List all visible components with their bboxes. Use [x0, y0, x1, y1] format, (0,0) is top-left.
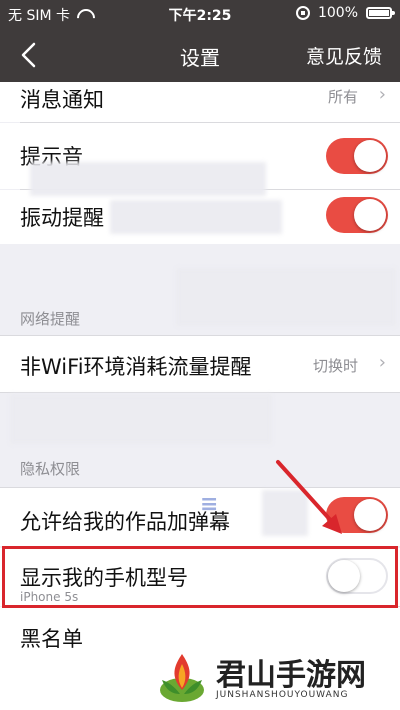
blur-patch — [176, 268, 396, 326]
battery-icon — [366, 7, 395, 19]
row-sublabel: iPhone 5s — [20, 590, 79, 604]
navigation-bar: 设置 意见反馈 — [0, 28, 400, 82]
row-label: 允许给我的作品加弹幕 — [20, 510, 230, 534]
site-logo-watermark: 君山手游网 JUNSHANSHOUYOUWANG — [154, 650, 390, 708]
chevron-right-icon: › — [378, 84, 386, 105]
section-header-privacy: 隐私权限 — [20, 460, 81, 478]
row-value: 所有 — [327, 88, 358, 106]
vibration-toggle[interactable] — [326, 197, 388, 233]
blur-patch — [110, 200, 282, 234]
top-bar: 无 SIM 卡 下午2:25 100% 设置 意见反馈 — [0, 0, 400, 82]
row-value: 切换时 — [312, 357, 358, 375]
flame-leaf-logo-icon — [160, 654, 204, 702]
row-label: 黑名单 — [20, 627, 83, 651]
site-name: 君山手游网 — [216, 658, 366, 693]
chevron-right-icon: › — [378, 352, 386, 373]
toggle-knob — [354, 499, 386, 531]
settings-row-show-model[interactable]: 显示我的手机型号 iPhone 5s — [0, 548, 400, 606]
blur-patch — [30, 162, 266, 196]
section-header-network: 网络提醒 — [20, 310, 81, 328]
row-label: 非WiFi环境消耗流量提醒 — [20, 355, 252, 379]
blur-patch — [10, 394, 272, 444]
sound-toggle[interactable] — [326, 138, 388, 174]
status-bar: 无 SIM 卡 下午2:25 100% — [0, 0, 400, 28]
toggle-knob — [328, 560, 360, 592]
red-arrow-icon — [276, 460, 342, 534]
watermark-fragment: ≡ — [200, 492, 219, 517]
settings-row-non-wifi[interactable]: 非WiFi环境消耗流量提醒 切换时 › — [0, 336, 400, 392]
battery-percent: 100% — [317, 5, 358, 21]
show-model-toggle[interactable] — [326, 558, 388, 594]
settings-row-notifications[interactable]: 消息通知 所有 › — [0, 82, 400, 122]
site-url: JUNSHANSHOUYOUWANG — [216, 690, 349, 700]
rotation-lock-icon — [295, 6, 310, 20]
row-label: 消息通知 — [20, 88, 104, 112]
feedback-button[interactable]: 意见反馈 — [306, 42, 382, 69]
divider — [0, 392, 400, 393]
toggle-knob — [354, 140, 386, 172]
toggle-knob — [354, 199, 386, 231]
row-label: 显示我的手机型号 — [20, 566, 188, 590]
row-label: 振动提醒 — [20, 206, 104, 230]
